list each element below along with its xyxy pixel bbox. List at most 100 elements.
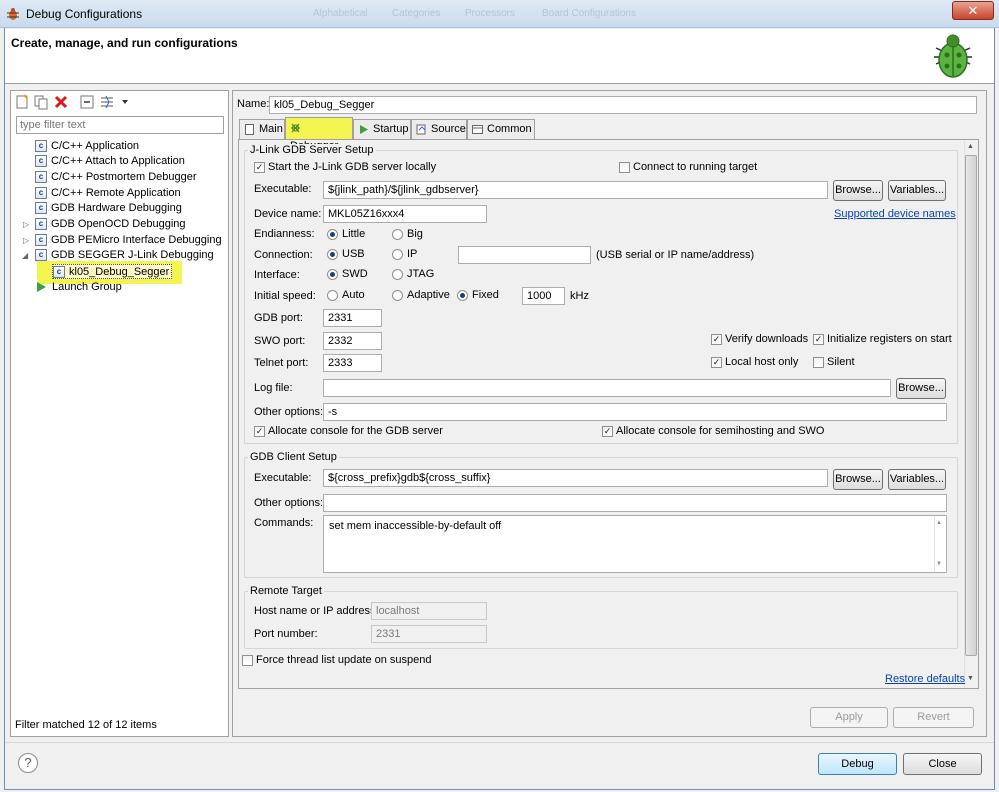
usb-label: USB: [342, 248, 365, 260]
filter-input[interactable]: [16, 116, 224, 134]
tab-main[interactable]: Main: [239, 119, 285, 139]
ip-label: IP: [407, 248, 418, 260]
c-config-icon: c: [35, 140, 47, 153]
tree-item-gdb-pemicro[interactable]: c GDB PEMicro Interface Debugging: [35, 233, 222, 248]
auto-speed-radio[interactable]: [327, 290, 338, 301]
fixed-speed-label: Fixed: [472, 289, 499, 301]
interface-label: Interface:: [254, 269, 300, 281]
tab-common[interactable]: Common: [467, 119, 535, 139]
debug-button[interactable]: Debug: [818, 753, 897, 775]
help-icon[interactable]: ?: [18, 753, 38, 773]
device-name-field[interactable]: MKL05Z16xxx4: [323, 205, 487, 223]
tab-source[interactable]: Source: [411, 119, 467, 139]
delete-configuration-icon[interactable]: [53, 94, 69, 110]
gdb-port-field[interactable]: 2331: [323, 309, 382, 327]
tree-item-c-application[interactable]: c C/C++ Application: [35, 139, 139, 154]
server-browse-button[interactable]: Browse...: [833, 180, 883, 201]
alloc-gdb-console-checkbox[interactable]: ✓: [254, 426, 265, 437]
server-other-options-field[interactable]: -s: [323, 403, 947, 421]
log-browse-button[interactable]: Browse...: [896, 378, 946, 399]
tree-item-gdb-hardware[interactable]: c GDB Hardware Debugging: [35, 201, 182, 216]
init-registers-checkbox[interactable]: ✓: [813, 334, 824, 345]
tab-debugger[interactable]: Debugger: [285, 117, 353, 152]
connect-running-label: Connect to running target: [633, 161, 758, 173]
local-host-only-checkbox[interactable]: ✓: [711, 357, 722, 368]
server-executable-field[interactable]: ${jlink_path}/${jlink_gdbserver}: [323, 181, 828, 199]
big-label: Big: [407, 228, 423, 240]
c-config-icon: c: [35, 187, 47, 200]
tree-item-c-remote[interactable]: c C/C++ Remote Application: [35, 186, 181, 201]
log-file-field[interactable]: [323, 379, 891, 397]
scroll-up-icon[interactable]: ▲: [967, 143, 974, 150]
remote-target-group: [244, 591, 958, 649]
ip-hint: (USB serial or IP name/address): [596, 249, 755, 261]
new-configuration-icon[interactable]: [14, 94, 30, 110]
host-field[interactable]: localhost: [371, 602, 487, 620]
tree-item-c-postmortem[interactable]: c C/C++ Postmortem Debugger: [35, 170, 197, 185]
silent-checkbox[interactable]: [813, 357, 824, 368]
commands-textarea[interactable]: set mem inaccessible-by-default off: [323, 515, 947, 573]
apply-button[interactable]: Apply: [810, 707, 888, 728]
connect-running-checkbox[interactable]: [619, 162, 630, 173]
expand-arrow-icon[interactable]: ▷: [23, 220, 29, 229]
force-thread-checkbox[interactable]: [242, 655, 253, 666]
name-label: Name:: [237, 98, 270, 110]
fixed-speed-radio[interactable]: [457, 290, 468, 301]
c-config-icon: c: [35, 171, 47, 184]
swo-port-field[interactable]: 2332: [323, 332, 382, 350]
client-executable-field[interactable]: ${cross_prefix}gdb${cross_suffix}: [323, 469, 828, 487]
restore-defaults-link[interactable]: Restore defaults: [885, 673, 965, 685]
scrollbar-thumb[interactable]: [965, 155, 977, 656]
start-locally-label: Start the J-Link GDB server locally: [268, 161, 437, 173]
log-file-label: Log file:: [254, 382, 293, 394]
filter-configurations-icon[interactable]: [99, 94, 115, 110]
swd-radio[interactable]: [327, 269, 338, 280]
port-number-field[interactable]: 2331: [371, 625, 487, 643]
close-button[interactable]: Close: [903, 753, 982, 775]
name-field[interactable]: kl05_Debug_Segger: [269, 96, 977, 114]
tree-item-gdb-openocd[interactable]: c GDB OpenOCD Debugging: [35, 217, 186, 232]
start-locally-checkbox[interactable]: ✓: [254, 162, 265, 173]
expand-arrow-icon[interactable]: ▷: [23, 236, 29, 245]
tree-item-kl05-debug-segger[interactable]: c kl05_Debug_Segger: [52, 264, 173, 279]
alloc-semihosting-checkbox[interactable]: ✓: [602, 426, 613, 437]
tree-item-c-attach[interactable]: c C/C++ Attach to Application: [35, 154, 185, 169]
duplicate-configuration-icon[interactable]: [33, 94, 49, 110]
speed-field[interactable]: 1000: [522, 287, 565, 305]
big-radio[interactable]: [392, 229, 403, 240]
device-name-label: Device name:: [254, 208, 322, 220]
tree-item-launch-group[interactable]: Launch Group: [35, 280, 122, 295]
swo-port-label: SWO port:: [254, 335, 306, 347]
commands-scroll-down-icon[interactable]: ▼: [936, 561, 942, 567]
ghost-tab-alphabetical: Alphabetical: [313, 8, 368, 19]
client-browse-button[interactable]: Browse...: [833, 469, 883, 490]
launch-group-icon: [37, 282, 46, 293]
ip-address-field[interactable]: [458, 246, 591, 264]
window-close-button[interactable]: ✕: [952, 1, 994, 20]
jlink-server-group-title: J-Link GDB Server Setup: [248, 144, 376, 156]
client-other-options-field[interactable]: [323, 494, 947, 512]
ip-radio[interactable]: [392, 249, 403, 260]
telnet-port-field[interactable]: 2333: [323, 354, 382, 372]
supported-devices-link[interactable]: Supported device names: [834, 208, 956, 220]
window-title: Debug Configurations: [26, 7, 143, 21]
revert-button[interactable]: Revert: [893, 707, 974, 728]
client-variables-button[interactable]: Variables...: [888, 469, 946, 490]
force-thread-label: Force thread list update on suspend: [256, 654, 432, 666]
startup-tab-icon: [360, 124, 368, 134]
adaptive-speed-radio[interactable]: [392, 290, 403, 301]
server-executable-label: Executable:: [254, 183, 312, 195]
little-radio[interactable]: [327, 229, 338, 240]
scroll-down-icon[interactable]: ▼: [967, 675, 974, 682]
usb-radio[interactable]: [327, 249, 338, 260]
silent-label: Silent: [827, 356, 855, 368]
collapse-arrow-icon[interactable]: ◢: [22, 251, 28, 260]
server-variables-button[interactable]: Variables...: [888, 180, 946, 201]
collapse-all-icon[interactable]: [79, 94, 95, 110]
commands-scroll-up-icon[interactable]: ▲: [936, 520, 942, 526]
tab-startup[interactable]: Startup: [353, 119, 411, 139]
filter-menu-chevron-down-icon[interactable]: [117, 94, 133, 110]
jtag-radio[interactable]: [392, 269, 403, 280]
connection-label: Connection:: [254, 249, 313, 261]
verify-downloads-checkbox[interactable]: ✓: [711, 334, 722, 345]
